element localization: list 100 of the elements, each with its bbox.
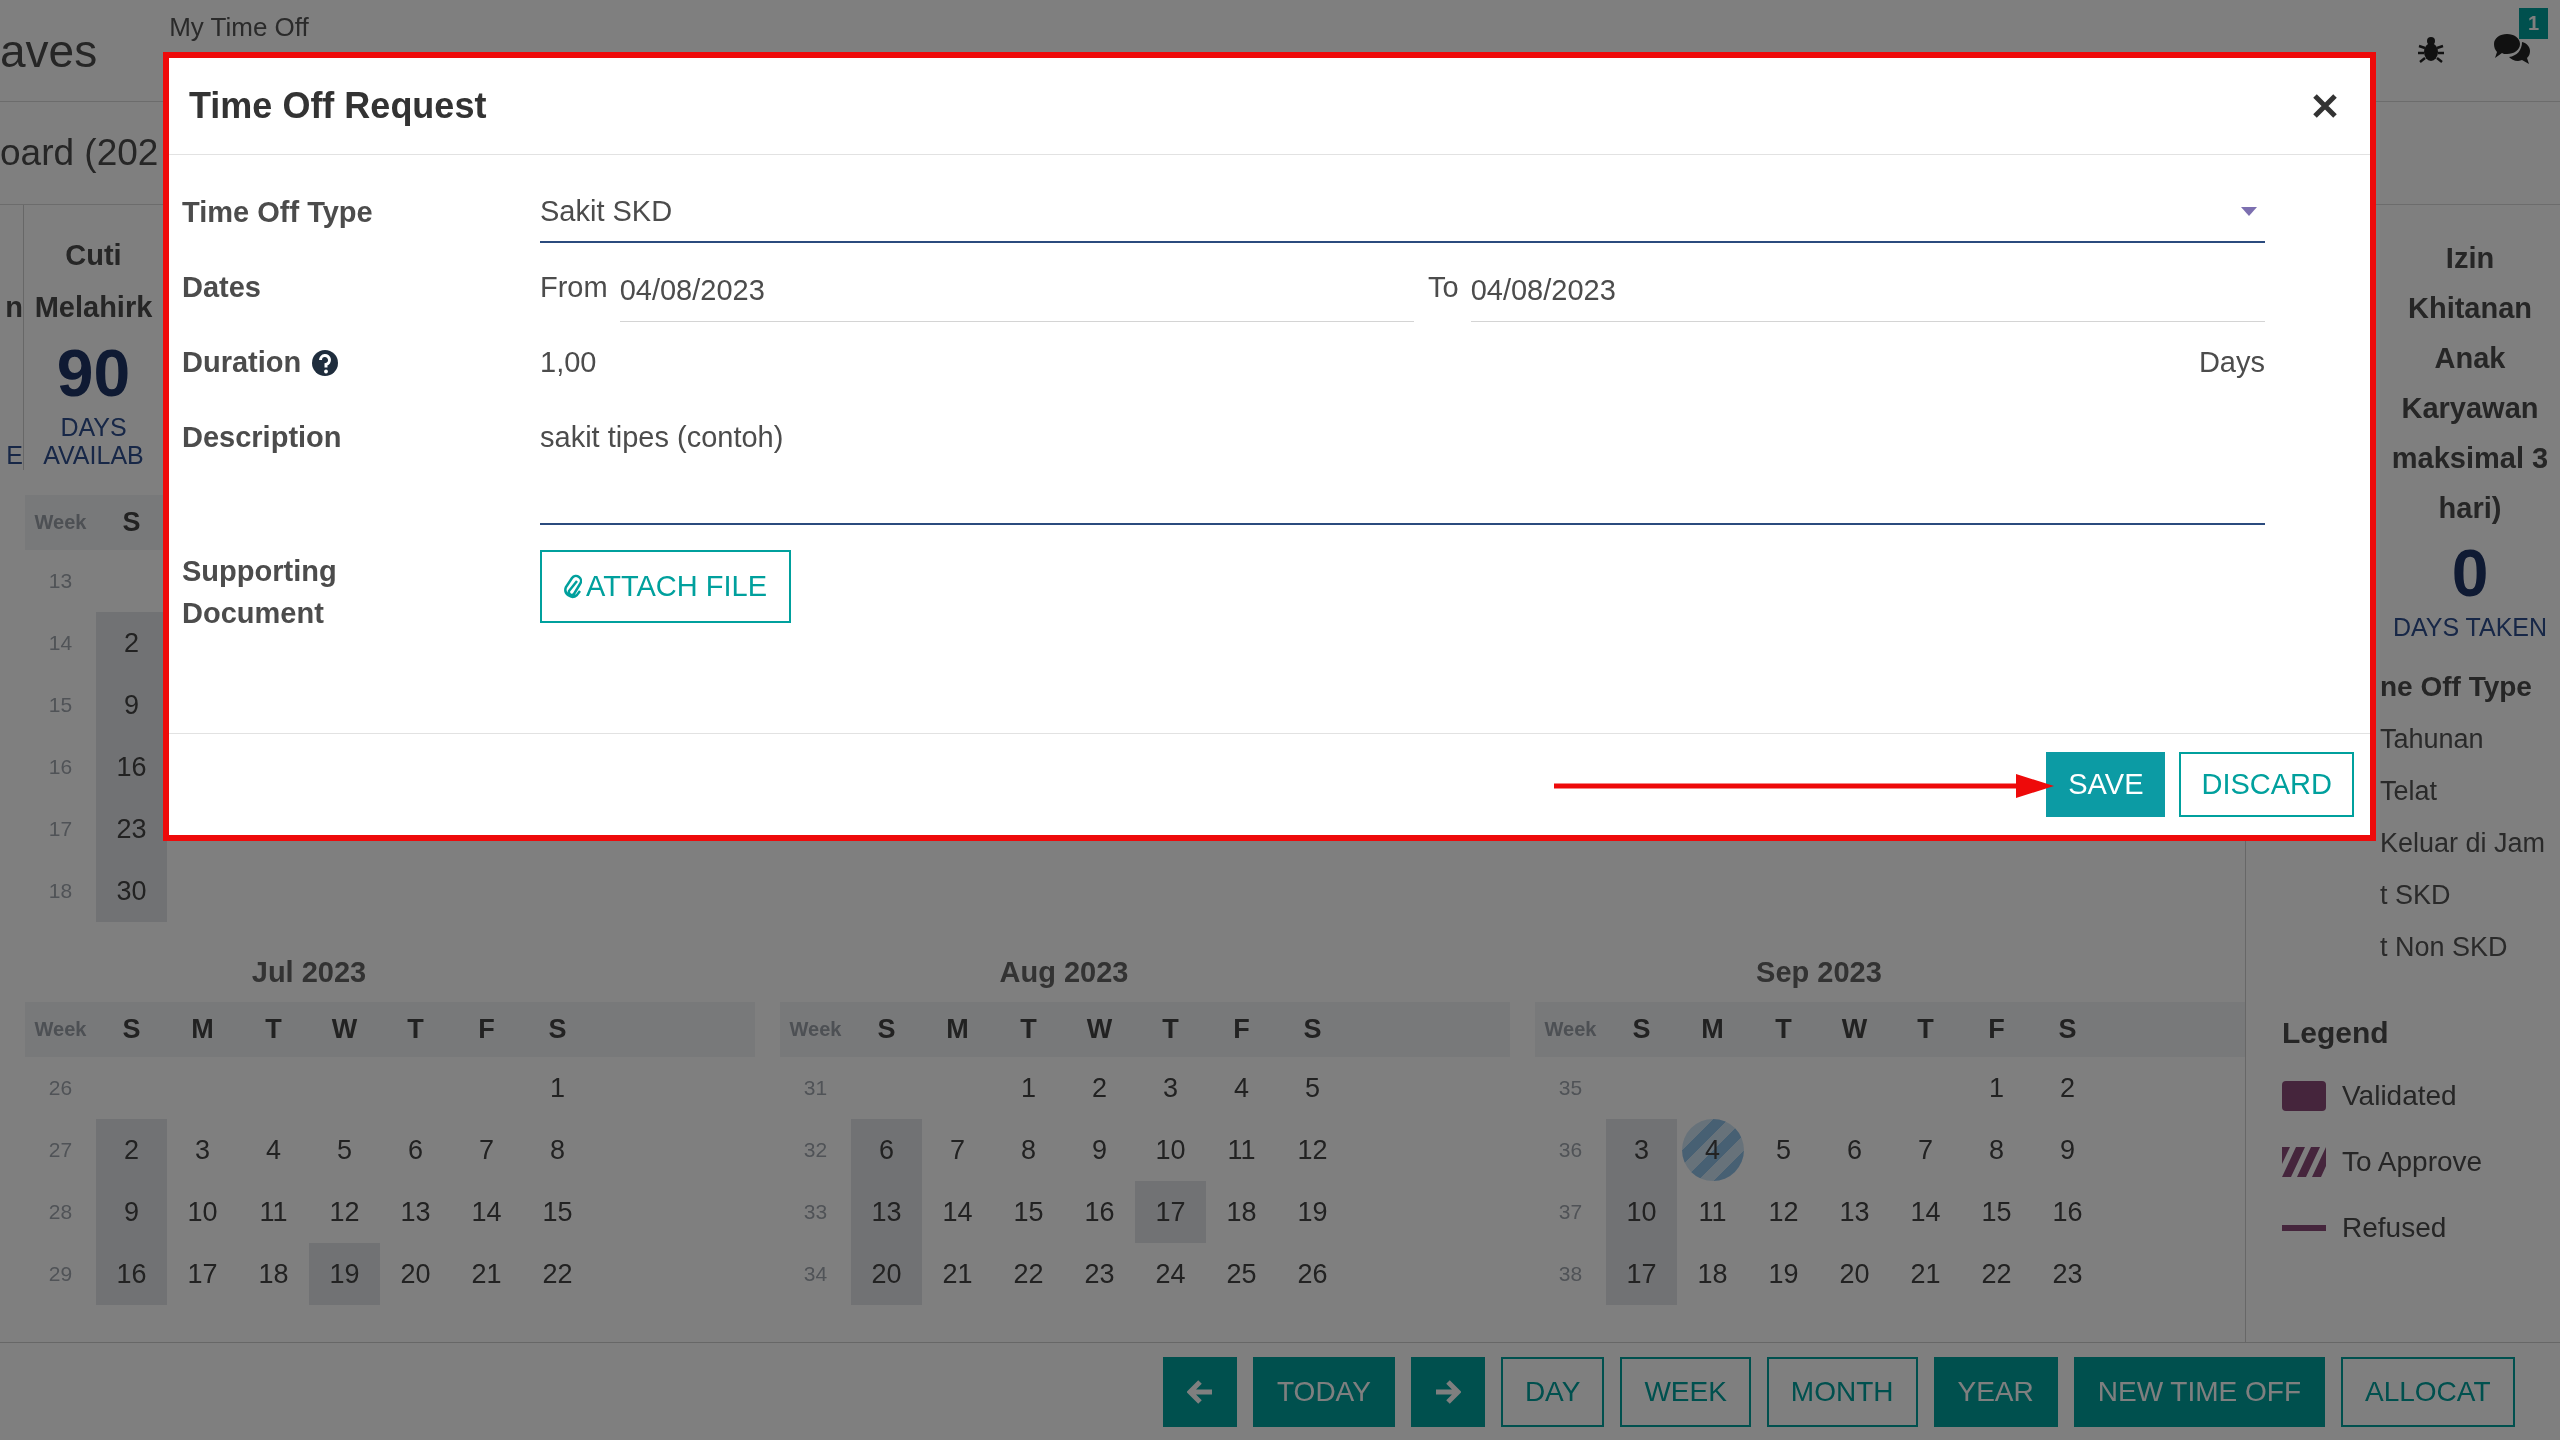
weekday-label: M (191, 1014, 214, 1045)
calendar-day: 12 (309, 1181, 380, 1243)
calendar-day: 8 (1961, 1119, 2032, 1181)
menu-item[interactable]: My Time Off (169, 12, 309, 43)
calendar-day: 13 (1819, 1181, 1890, 1243)
calendar-day: 20 (851, 1243, 922, 1305)
calendar-day: 16 (1064, 1181, 1135, 1243)
attach-file-button[interactable]: ATTACH FILE (540, 550, 791, 623)
month-title: Sep 2023 (1755, 955, 1883, 990)
card-title: Melahirk (34, 290, 153, 325)
month-title: Aug 2023 (998, 955, 1130, 990)
save-button[interactable]: SAVE (2046, 752, 2166, 817)
summary-card[interactable]: n E (0, 205, 23, 470)
calendar-day: 16 (2032, 1181, 2103, 1243)
calendar-day: 7 (922, 1119, 993, 1181)
chat-icon[interactable] (2492, 31, 2532, 66)
calendar-day: 13 (380, 1181, 451, 1243)
dialog-title: Time Off Request (189, 85, 487, 127)
calendar-day: 19 (1277, 1181, 1348, 1243)
calendar-day: 4 (1206, 1057, 1277, 1119)
select-field[interactable]: Sakit SKD (540, 181, 2265, 243)
weekday-label: T (1162, 1014, 1179, 1045)
weekday-label: T (265, 1014, 282, 1045)
calendar-day: 21 (451, 1243, 522, 1305)
calendar-day: 11 (238, 1181, 309, 1243)
card-label: DAYS TAKEN (2392, 613, 2548, 641)
calendar-day: 23 (1064, 1243, 1135, 1305)
calendar-day: 1 (993, 1057, 1064, 1119)
calendar-day: 22 (522, 1243, 593, 1305)
discard-button[interactable]: DISCARD (2179, 752, 2354, 817)
calendar-day: 4 (238, 1119, 309, 1181)
weekday-label: T (407, 1014, 424, 1045)
allocate-button[interactable]: ALLOCAT (2341, 1356, 2515, 1427)
filter-item[interactable]: t Non SKD (2380, 921, 2508, 973)
calendar-day: 6 (1819, 1119, 1890, 1181)
calendar-day: 2 (2032, 1057, 2103, 1119)
description-field[interactable]: sakit tipes (contoh) (540, 405, 2265, 525)
days-count: 0 (2451, 535, 2489, 612)
calendar-day: 8 (522, 1119, 593, 1181)
calendar-day: 15 (993, 1181, 1064, 1243)
filter-item[interactable]: t SKD (2380, 869, 2451, 921)
breadcrumb[interactable]: oard (202 (0, 132, 159, 174)
calendar-day: 9 (96, 1181, 167, 1243)
calendar-day: 15 (522, 1181, 593, 1243)
calendar-day: 20 (380, 1243, 451, 1305)
view-button[interactable]: YEAR (1933, 1356, 2058, 1427)
field-label: Description (182, 421, 342, 454)
field-label: Duration (182, 346, 302, 379)
weekday-label: W (1841, 1014, 1868, 1045)
filter-item[interactable]: Tahunan (2380, 713, 2484, 765)
right-arrow-icon (1434, 1379, 1461, 1404)
date-field[interactable]: 04/08/2023 (619, 259, 1414, 322)
weekday-label: T (1917, 1014, 1934, 1045)
filter-item[interactable]: Keluar di Jam (2380, 817, 2546, 869)
to-label: To (1428, 271, 1459, 304)
calendar-day: 7 (1890, 1119, 1961, 1181)
weekday-label: F (1233, 1014, 1250, 1045)
date-field[interactable]: 04/08/2023 (1470, 259, 2265, 322)
card-label: E (6, 441, 23, 469)
calendar-day: 14 (1890, 1181, 1961, 1243)
weekday-label: S (1303, 1014, 1322, 1045)
card-title: hari) (2438, 491, 2502, 526)
card-title: Karyawan (2401, 391, 2539, 426)
filter-item[interactable]: Telat (2380, 765, 2438, 817)
calendar-day: 18 (1206, 1181, 1277, 1243)
view-button[interactable]: DAY (1500, 1356, 1605, 1427)
days-unit: DAYS (60, 413, 127, 441)
view-button[interactable]: WEEK (1620, 1356, 1751, 1427)
card-title: n (5, 290, 23, 325)
weekday-label: S (2058, 1014, 2077, 1045)
calendar-day: 2 (1064, 1057, 1135, 1119)
calendar-day: 6 (380, 1119, 451, 1181)
calendar-day: 14 (451, 1181, 522, 1243)
calendar-day: 23 (96, 798, 167, 860)
calendar-day: 11 (1677, 1181, 1748, 1243)
field-label: Time Off Type (182, 196, 373, 229)
close-icon[interactable] (2312, 93, 2338, 119)
weekday-label: T (1020, 1014, 1037, 1045)
app-name[interactable]: aves (0, 23, 98, 78)
calendar-day: 21 (922, 1243, 993, 1305)
help-icon[interactable] (311, 348, 340, 377)
calendar-day: 21 (1890, 1243, 1961, 1305)
legend-label: Validated (2342, 1080, 2457, 1112)
weekday-label: F (478, 1014, 495, 1045)
calendar-day: 18 (238, 1243, 309, 1305)
calendar-day: 17 (1606, 1243, 1677, 1305)
from-label: From (540, 271, 608, 304)
calendar-day: 10 (167, 1181, 238, 1243)
calendar-day: 1 (522, 1057, 593, 1119)
new-time-off-button[interactable]: NEW TIME OFF (2073, 1356, 2325, 1427)
calendar-day: 18 (1677, 1243, 1748, 1305)
today-button[interactable]: TODAY (1253, 1356, 1395, 1427)
calendar-day: 3 (1606, 1119, 1677, 1181)
view-button[interactable]: MONTH (1766, 1356, 1918, 1427)
days-count: 90 (56, 335, 131, 412)
calendar-day: 19 (1748, 1243, 1819, 1305)
weekday-label: S (1632, 1014, 1651, 1045)
calendar-day: 4 (1681, 1119, 1744, 1181)
calendar-day: 9 (1064, 1119, 1135, 1181)
calendar-day: 20 (1819, 1243, 1890, 1305)
